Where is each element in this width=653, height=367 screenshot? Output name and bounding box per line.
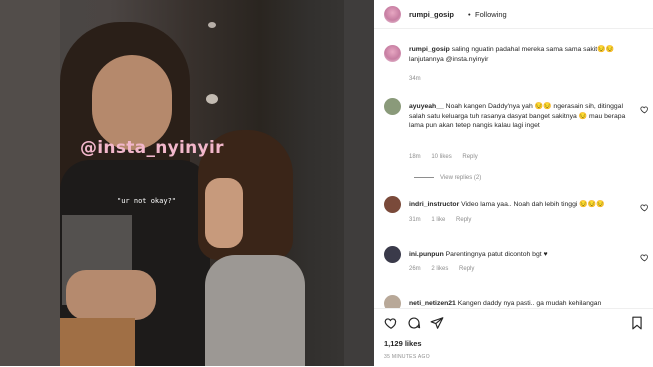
comment-body: neti_netizen21 Kangen daddy nya pasti.. …: [409, 299, 631, 308]
comment-time: 18m: [409, 154, 421, 160]
caption-time: 34m: [409, 76, 421, 82]
bookmark-icon[interactable]: [630, 316, 644, 330]
comment-body: ini.punpun Parentingnya patut dicontoh b…: [409, 250, 631, 260]
post-time-ago: 35 MINUTES AGO: [384, 354, 430, 360]
background-door: [344, 0, 374, 366]
comment-text: Parentingnya patut dicontoh bgt ♥: [445, 251, 548, 258]
comment-body: ayuyeah__ Noah kangen Daddy'nya yah 😔😔 n…: [409, 102, 631, 131]
commenter-avatar[interactable]: [384, 196, 401, 213]
comment-time: 31m: [409, 217, 421, 223]
author-username[interactable]: rumpi_gosip: [409, 10, 454, 19]
post-header: rumpi_gosip • Following: [374, 0, 653, 29]
comment-text: Kangen daddy nya pasti.. ga mudah kehila…: [457, 300, 602, 307]
comment-likes[interactable]: 2 likes: [431, 266, 448, 272]
reply-button[interactable]: Reply: [459, 266, 474, 272]
background-wall: [0, 0, 60, 366]
video-caption: "ur not okay?": [117, 197, 177, 205]
watermark-text: @insta_nyinyir: [80, 138, 224, 158]
commenter-avatar[interactable]: [384, 295, 401, 308]
comment-likes[interactable]: 1 like: [431, 217, 445, 223]
comment-meta: 26m 2 likes Reply: [409, 266, 483, 272]
comments-list: ayuyeah__ Noah kangen Daddy'nya yah 😔😔 n…: [374, 92, 653, 308]
comment-time: 26m: [409, 266, 421, 272]
woman-face: [92, 55, 172, 150]
comment-body: indri_instructor Video lama yaa.. Noah d…: [409, 200, 631, 210]
commenter-avatar[interactable]: [384, 98, 401, 115]
comment-icon[interactable]: [407, 316, 421, 330]
post-media[interactable]: @insta_nyinyir "ur not okay?": [0, 0, 374, 366]
heart-icon[interactable]: [384, 316, 398, 330]
heart-icon[interactable]: [640, 203, 649, 212]
ceiling-light: [206, 94, 218, 104]
likes-count[interactable]: 1,129 likes: [384, 339, 422, 348]
view-replies-button[interactable]: View replies (2): [414, 175, 481, 181]
comment-username[interactable]: neti_netizen21: [409, 300, 456, 307]
reply-button[interactable]: Reply: [456, 217, 471, 223]
post-actions: 1,129 likes 35 MINUTES AGO: [374, 308, 653, 367]
child-body: [205, 255, 305, 366]
hands: [66, 270, 156, 320]
caption-body: rumpi_gosip saling nguatin padahal merek…: [409, 45, 644, 65]
separator-dot: •: [468, 10, 471, 19]
comment-meta: 18m 10 likes Reply: [409, 154, 487, 160]
comment-meta: 31m 1 like Reply: [409, 217, 480, 223]
cardboard-box: [60, 318, 135, 366]
child-face: [205, 178, 243, 248]
post-caption: rumpi_gosip saling nguatin padahal merek…: [374, 28, 653, 88]
replies-line: [414, 176, 434, 178]
comment-username[interactable]: ayuyeah__: [409, 103, 444, 110]
post-panel: rumpi_gosip • Following rumpi_gosip sali…: [374, 0, 653, 367]
commenter-avatar[interactable]: [384, 246, 401, 263]
share-icon[interactable]: [430, 316, 444, 330]
ceiling-light: [208, 22, 216, 28]
comment-username[interactable]: ini.punpun: [409, 251, 444, 258]
following-button[interactable]: Following: [475, 10, 507, 19]
reply-button[interactable]: Reply: [462, 154, 477, 160]
caption-avatar[interactable]: [384, 45, 401, 62]
caption-username[interactable]: rumpi_gosip: [409, 46, 450, 53]
comment-username[interactable]: indri_instructor: [409, 201, 459, 208]
author-avatar[interactable]: [384, 6, 401, 23]
view-replies-label[interactable]: View replies (2): [440, 175, 481, 181]
heart-icon[interactable]: [640, 253, 649, 262]
heart-icon[interactable]: [640, 105, 649, 114]
comment-text: Video lama yaa.. Noah dah lebih tinggi 😔…: [461, 201, 605, 208]
comment-likes[interactable]: 10 likes: [431, 154, 451, 160]
